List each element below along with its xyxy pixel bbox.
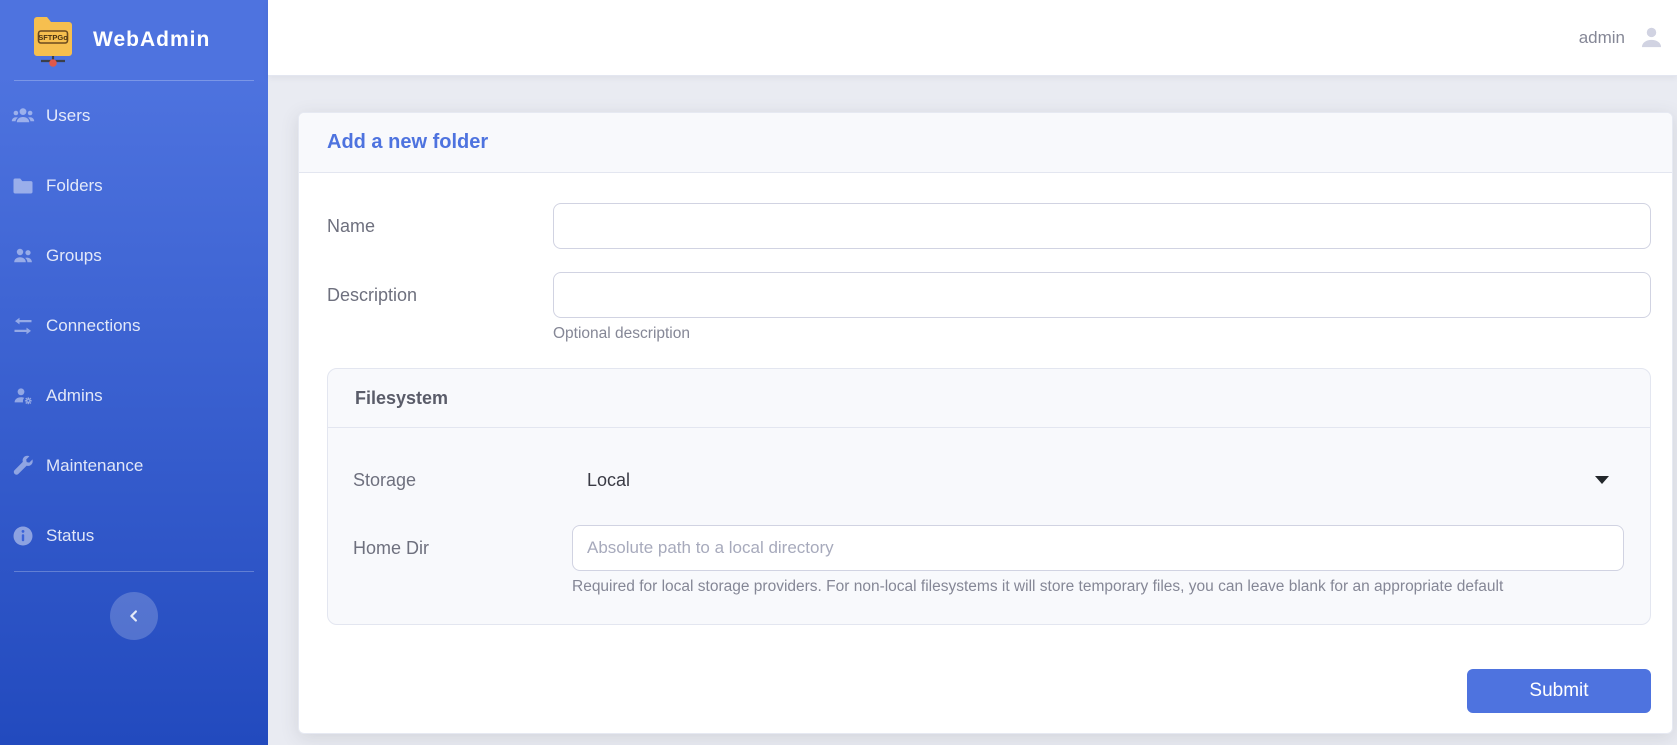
wrench-icon: [11, 454, 35, 478]
sidebar-item-label: Groups: [46, 246, 102, 266]
sidebar-item-label: Admins: [46, 386, 103, 406]
sidebar-item-maintenance[interactable]: Maintenance: [0, 431, 268, 501]
storage-field-row: Storage Local: [353, 455, 1624, 505]
home-dir-hint: Required for local storage providers. Fo…: [572, 578, 1624, 596]
name-label: Name: [327, 203, 553, 249]
sidebar-item-label: Status: [46, 526, 94, 546]
user-menu[interactable]: admin: [1579, 28, 1625, 48]
chevron-left-icon: [125, 607, 143, 625]
sidebar: SFTPGo WebAdmin Users Folders: [0, 0, 268, 745]
sidebar-item-users[interactable]: Users: [0, 81, 268, 151]
description-label: Description: [327, 272, 553, 343]
filesystem-section-body: Storage Local Home Dir Required for loca…: [328, 428, 1650, 624]
name-field-row: Name: [327, 203, 1651, 249]
sidebar-item-folders[interactable]: Folders: [0, 151, 268, 221]
svg-text:SFTPGo: SFTPGo: [38, 33, 68, 42]
storage-select[interactable]: Local: [572, 457, 1624, 503]
filesystem-section-header: Filesystem: [328, 369, 1650, 428]
submit-row: Submit: [327, 669, 1651, 713]
name-input[interactable]: [553, 203, 1651, 249]
page-title: Add a new folder: [327, 131, 488, 154]
description-hint: Optional description: [553, 325, 1651, 343]
user-icon[interactable]: [1638, 24, 1665, 51]
storage-label: Storage: [353, 470, 572, 491]
sidebar-divider: [14, 571, 254, 572]
users-icon: [11, 104, 35, 128]
page-content: Add a new folder Name Description Option…: [268, 76, 1677, 745]
filesystem-title: Filesystem: [355, 388, 448, 409]
add-folder-card: Add a new folder Name Description Option…: [298, 112, 1673, 734]
home-dir-field-row: Home Dir Required for local storage prov…: [353, 525, 1624, 596]
sidebar-item-label: Connections: [46, 316, 141, 336]
home-dir-label: Home Dir: [353, 525, 572, 596]
brand-link[interactable]: SFTPGo WebAdmin: [0, 0, 268, 80]
storage-select-value: Local: [587, 470, 630, 491]
collapse-sidebar-button[interactable]: [110, 592, 158, 640]
sidebar-item-status[interactable]: Status: [0, 501, 268, 571]
card-body: Name Description Optional description Fi…: [299, 173, 1672, 733]
card-header: Add a new folder: [299, 113, 1672, 173]
home-dir-input[interactable]: [572, 525, 1624, 571]
sidebar-item-admins[interactable]: Admins: [0, 361, 268, 431]
submit-button[interactable]: Submit: [1467, 669, 1651, 713]
sidebar-item-label: Folders: [46, 176, 103, 196]
sidebar-item-connections[interactable]: Connections: [0, 291, 268, 361]
brand-title: WebAdmin: [93, 28, 210, 52]
sidebar-item-label: Users: [46, 106, 90, 126]
description-field-row: Description Optional description: [327, 272, 1651, 343]
main-area: admin Add a new folder Name Description: [268, 0, 1677, 745]
topbar: admin: [268, 0, 1677, 76]
sidebar-item-label: Maintenance: [46, 456, 143, 476]
filesystem-section: Filesystem Storage Local Home Dir: [327, 368, 1651, 625]
sidebar-item-groups[interactable]: Groups: [0, 221, 268, 291]
user-group-icon: [11, 244, 35, 268]
user-gear-icon: [11, 384, 35, 408]
sftpgo-folder-logo: SFTPGo: [30, 12, 76, 68]
folder-icon: [11, 174, 35, 198]
description-input[interactable]: [553, 272, 1651, 318]
caret-down-icon: [1595, 476, 1609, 484]
exchange-icon: [11, 314, 35, 338]
info-circle-icon: [11, 524, 35, 548]
